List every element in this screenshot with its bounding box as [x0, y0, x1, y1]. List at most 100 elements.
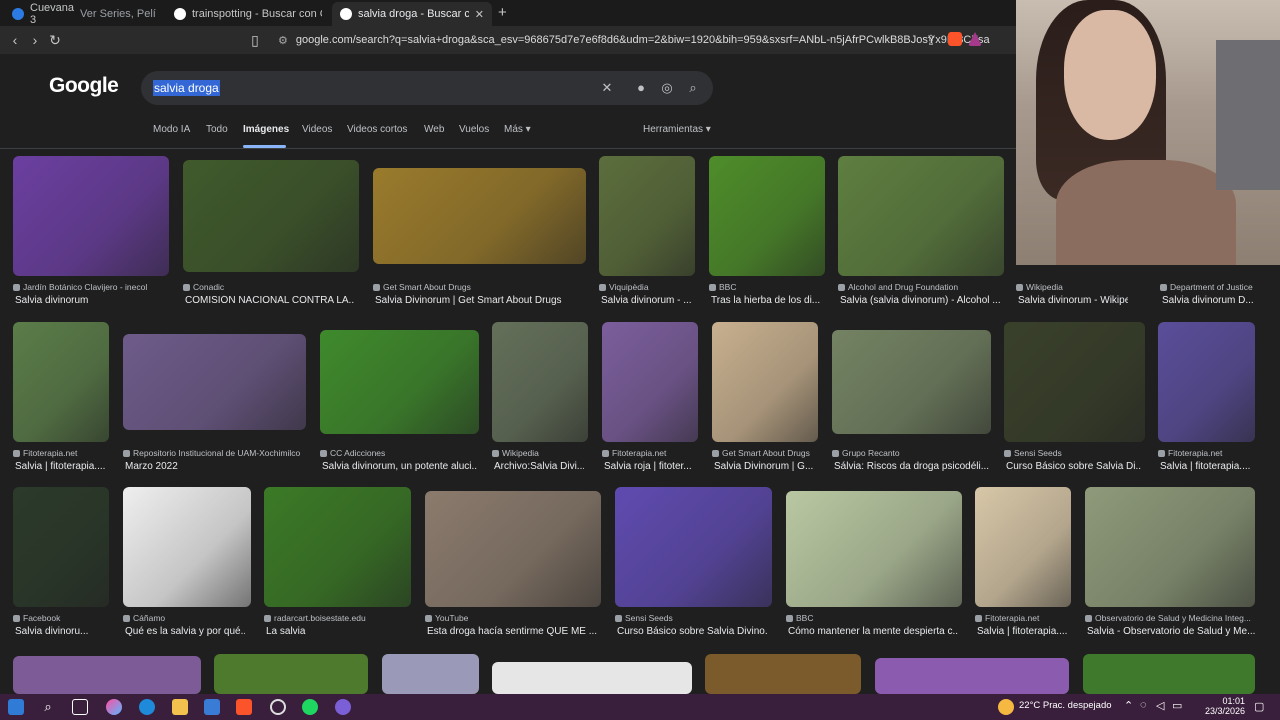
search-query[interactable]: salvia droga — [153, 80, 220, 96]
windows-start-icon[interactable] — [8, 699, 24, 715]
result-image[interactable] — [615, 487, 772, 607]
result-image[interactable] — [838, 156, 1004, 276]
result-image[interactable] — [373, 168, 586, 264]
result-image[interactable] — [492, 662, 692, 694]
discord-icon[interactable] — [335, 699, 351, 715]
tab-salvia[interactable]: salvia droga - Buscar con Google ✕ — [332, 2, 492, 26]
result-title[interactable]: Curso Básico sobre Salvia Di... — [1006, 461, 1141, 472]
result-title[interactable]: Salvia divinorum - Wikipedia — [1018, 295, 1128, 306]
result-image[interactable] — [13, 322, 109, 442]
result-image[interactable] — [13, 656, 201, 694]
result-image[interactable] — [1158, 322, 1255, 442]
result-image[interactable] — [1083, 654, 1255, 694]
result-title[interactable]: Salvia roja | fitoter... — [604, 461, 694, 472]
new-tab-icon[interactable]: + — [498, 4, 507, 21]
result-source[interactable]: Facebook — [13, 613, 103, 623]
google-logo[interactable]: Google — [49, 74, 119, 98]
result-title[interactable]: Salvia Divinorum | Get Smart About Drugs — [375, 295, 565, 306]
result-title[interactable]: Salvia divinorum - ... — [601, 295, 691, 306]
result-source[interactable]: Fitoterapia.net — [975, 613, 1065, 623]
result-title[interactable]: Qué es la salvia y por qué... — [125, 626, 245, 637]
nav-vuelos[interactable]: Vuelos — [459, 124, 489, 135]
result-image[interactable] — [1085, 487, 1255, 607]
result-title[interactable]: Salvia | fitoterapia.... — [1160, 461, 1255, 472]
result-source[interactable]: radarcart.boisestate.edu — [264, 613, 404, 623]
result-title[interactable]: Curso Básico sobre Salvia Divino... — [617, 626, 767, 637]
network-icon[interactable]: ◌ — [1140, 699, 1147, 711]
result-image[interactable] — [264, 487, 411, 607]
result-image[interactable] — [712, 322, 818, 442]
result-source[interactable]: Jardín Botánico Clavijero - inecol — [13, 282, 163, 292]
result-title[interactable]: Salvia | fitoterapia.... — [977, 626, 1067, 637]
result-source[interactable]: Alcohol and Drug Foundation — [838, 282, 998, 292]
result-source[interactable]: Grupo Recanto — [832, 448, 987, 458]
result-title[interactable]: Salvia Divinorum | G... — [714, 461, 814, 472]
result-image[interactable] — [599, 156, 695, 276]
reload-icon[interactable]: ↻ — [46, 31, 64, 49]
result-image[interactable] — [709, 156, 825, 276]
result-title[interactable]: Salvia - Observatorio de Salud y Me... — [1087, 626, 1257, 637]
result-image[interactable] — [382, 654, 479, 694]
result-source[interactable]: Fitoterapia.net — [602, 448, 692, 458]
spotify-icon[interactable] — [302, 699, 318, 715]
tab-trainspotting[interactable]: trainspotting - Buscar con Google — [166, 2, 330, 26]
nav-videos-cortos[interactable]: Videos cortos — [347, 124, 407, 135]
result-source[interactable]: Wikipedia — [1016, 282, 1126, 292]
result-image[interactable] — [13, 156, 169, 276]
result-image[interactable] — [425, 491, 601, 607]
volume-icon[interactable]: ◁ — [1156, 699, 1164, 712]
search-icon[interactable]: ⌕ — [40, 699, 56, 715]
battery-icon[interactable]: ▭ — [1172, 699, 1182, 712]
result-image[interactable] — [183, 160, 359, 272]
result-source[interactable]: Sensi Seeds — [1004, 448, 1139, 458]
nav-modo-ia[interactable]: Modo IA — [153, 124, 190, 135]
result-source[interactable]: BBC — [709, 282, 819, 292]
clock[interactable]: 01:01 23/3/2026 — [1205, 696, 1245, 716]
site-info-icon[interactable]: ⚙ — [278, 34, 288, 47]
brave-shield-icon[interactable] — [948, 32, 962, 46]
result-source[interactable]: Conadic — [183, 282, 353, 292]
lens-icon[interactable]: ◎ — [659, 80, 675, 96]
result-source[interactable]: Fitoterapia.net — [1158, 448, 1253, 458]
result-title[interactable]: Cómo mantener la mente despierta c... — [788, 626, 958, 637]
result-source[interactable]: Repositorio Institucional de UAM-Xochimi… — [123, 448, 303, 458]
brave-icon[interactable] — [236, 699, 252, 715]
obs-icon[interactable] — [270, 699, 286, 715]
result-source[interactable]: Department of Justice — [1160, 282, 1255, 292]
tab-close-icon[interactable]: ✕ — [475, 8, 484, 21]
result-title[interactable]: Salvia (salvia divinorum) - Alcohol ... — [840, 295, 1000, 306]
edge-icon[interactable] — [139, 699, 155, 715]
result-source[interactable]: Wikipedia — [492, 448, 582, 458]
search-input[interactable]: salvia droga ✕ ● ◎ ⌕ — [141, 71, 713, 105]
result-image[interactable] — [875, 658, 1069, 694]
result-title[interactable]: Tras la hierba de los di... — [711, 295, 821, 306]
tray-chevron-icon[interactable]: ⌃ — [1124, 699, 1133, 712]
result-title[interactable]: Salvia divinorum, un potente aluci... — [322, 461, 477, 472]
result-source[interactable]: BBC — [786, 613, 956, 623]
result-image[interactable] — [123, 334, 306, 430]
task-view-icon[interactable] — [72, 699, 88, 715]
tools-button[interactable]: Herramientas ▾ — [643, 124, 711, 135]
result-image[interactable] — [492, 322, 588, 442]
result-image[interactable] — [1004, 322, 1145, 442]
result-title[interactable]: Salvia divinorum — [15, 295, 165, 306]
url-field[interactable]: ⚙ google.com/search?q=salvia+droga&sca_e… — [270, 29, 990, 51]
result-title[interactable]: COMISIÓN NACIONAL CONTRA LA... — [185, 295, 355, 306]
copilot-icon[interactable] — [106, 699, 122, 715]
result-image[interactable] — [13, 487, 109, 607]
result-title[interactable]: Salvia divinoru... — [15, 626, 105, 637]
result-image[interactable] — [975, 487, 1071, 607]
result-source[interactable]: Observatorio de Salud y Medicina Integ..… — [1085, 613, 1255, 623]
result-source[interactable]: Sensi Seeds — [615, 613, 765, 623]
nav-imagenes[interactable]: Imágenes — [243, 124, 289, 135]
result-title[interactable]: Sálvia: Riscos da droga psicodéli... — [834, 461, 989, 472]
result-image[interactable] — [602, 322, 698, 442]
clear-icon[interactable]: ✕ — [599, 80, 615, 96]
nav-web[interactable]: Web — [424, 124, 444, 135]
mic-icon[interactable]: ● — [633, 80, 649, 96]
search-icon[interactable]: ⌕ — [685, 80, 701, 96]
nav-videos[interactable]: Videos — [302, 124, 332, 135]
result-source[interactable]: Fitoterapia.net — [13, 448, 103, 458]
result-title[interactable]: Salvia divinorum D... — [1162, 295, 1257, 306]
result-image[interactable] — [214, 654, 368, 694]
